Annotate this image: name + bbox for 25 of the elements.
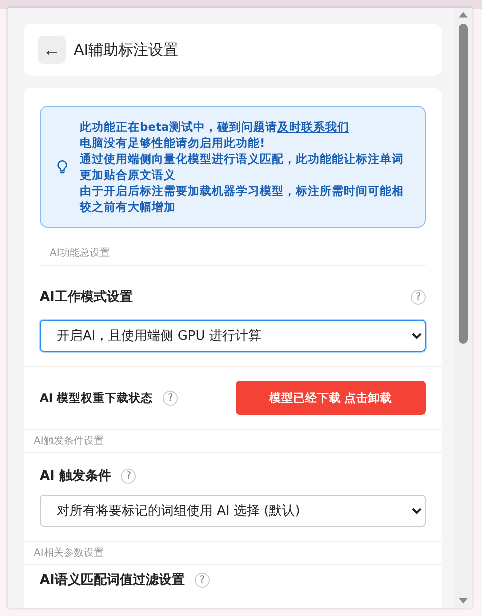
scroll-down-icon[interactable] [459, 598, 468, 604]
notice-text: 通过使用端侧向量化模型进行语义匹配，此功能能让标注单词更加贴合原文语义 [80, 151, 405, 183]
dropdown-select[interactable]: 对所有将要标记的词组使用 AI 选择 (默认) [40, 495, 426, 527]
scrollbar[interactable] [455, 8, 472, 608]
help-icon[interactable]: ? [194, 572, 210, 588]
lightbulb-icon [57, 160, 68, 174]
page-title: AI辅助标注设置 [74, 40, 179, 60]
notice-text: 电脑没有足够性能请勿启用此功能! [80, 135, 266, 151]
help-icon[interactable]: ? [163, 390, 178, 406]
dropdown-select[interactable]: 开启AI，且使用端侧 GPU 进行计算 [40, 320, 426, 352]
unload-model-button[interactable]: 模型已经下载 点击卸载 [236, 381, 426, 415]
section-heading: AI功能总设置 [50, 248, 110, 259]
notice-text: 此功能正在beta测试中，碰到问题请及时联系我们 [80, 119, 350, 135]
setting-label: AI工作模式设置 [40, 289, 133, 306]
help-icon[interactable]: ? [411, 290, 426, 304]
setting-label: AI语义匹配词值过滤设置 [40, 572, 185, 589]
section-heading: AI相关参数设置 [34, 548, 104, 559]
setting-label: AI 触发条件 [40, 468, 112, 485]
notice-text: 由于开启后标注需要加载机器学习模型，标注所需时间可能相较之前有大幅增加 [80, 183, 405, 215]
back-button[interactable]: ← [38, 36, 66, 64]
scroll-up-icon[interactable] [459, 12, 468, 18]
setting-label: AI 模型权重下载状态 [40, 390, 154, 406]
section-heading: AI触发条件设置 [34, 436, 104, 447]
contact-link[interactable]: 及时联系我们 [277, 120, 350, 134]
help-icon[interactable]: ? [121, 468, 136, 484]
